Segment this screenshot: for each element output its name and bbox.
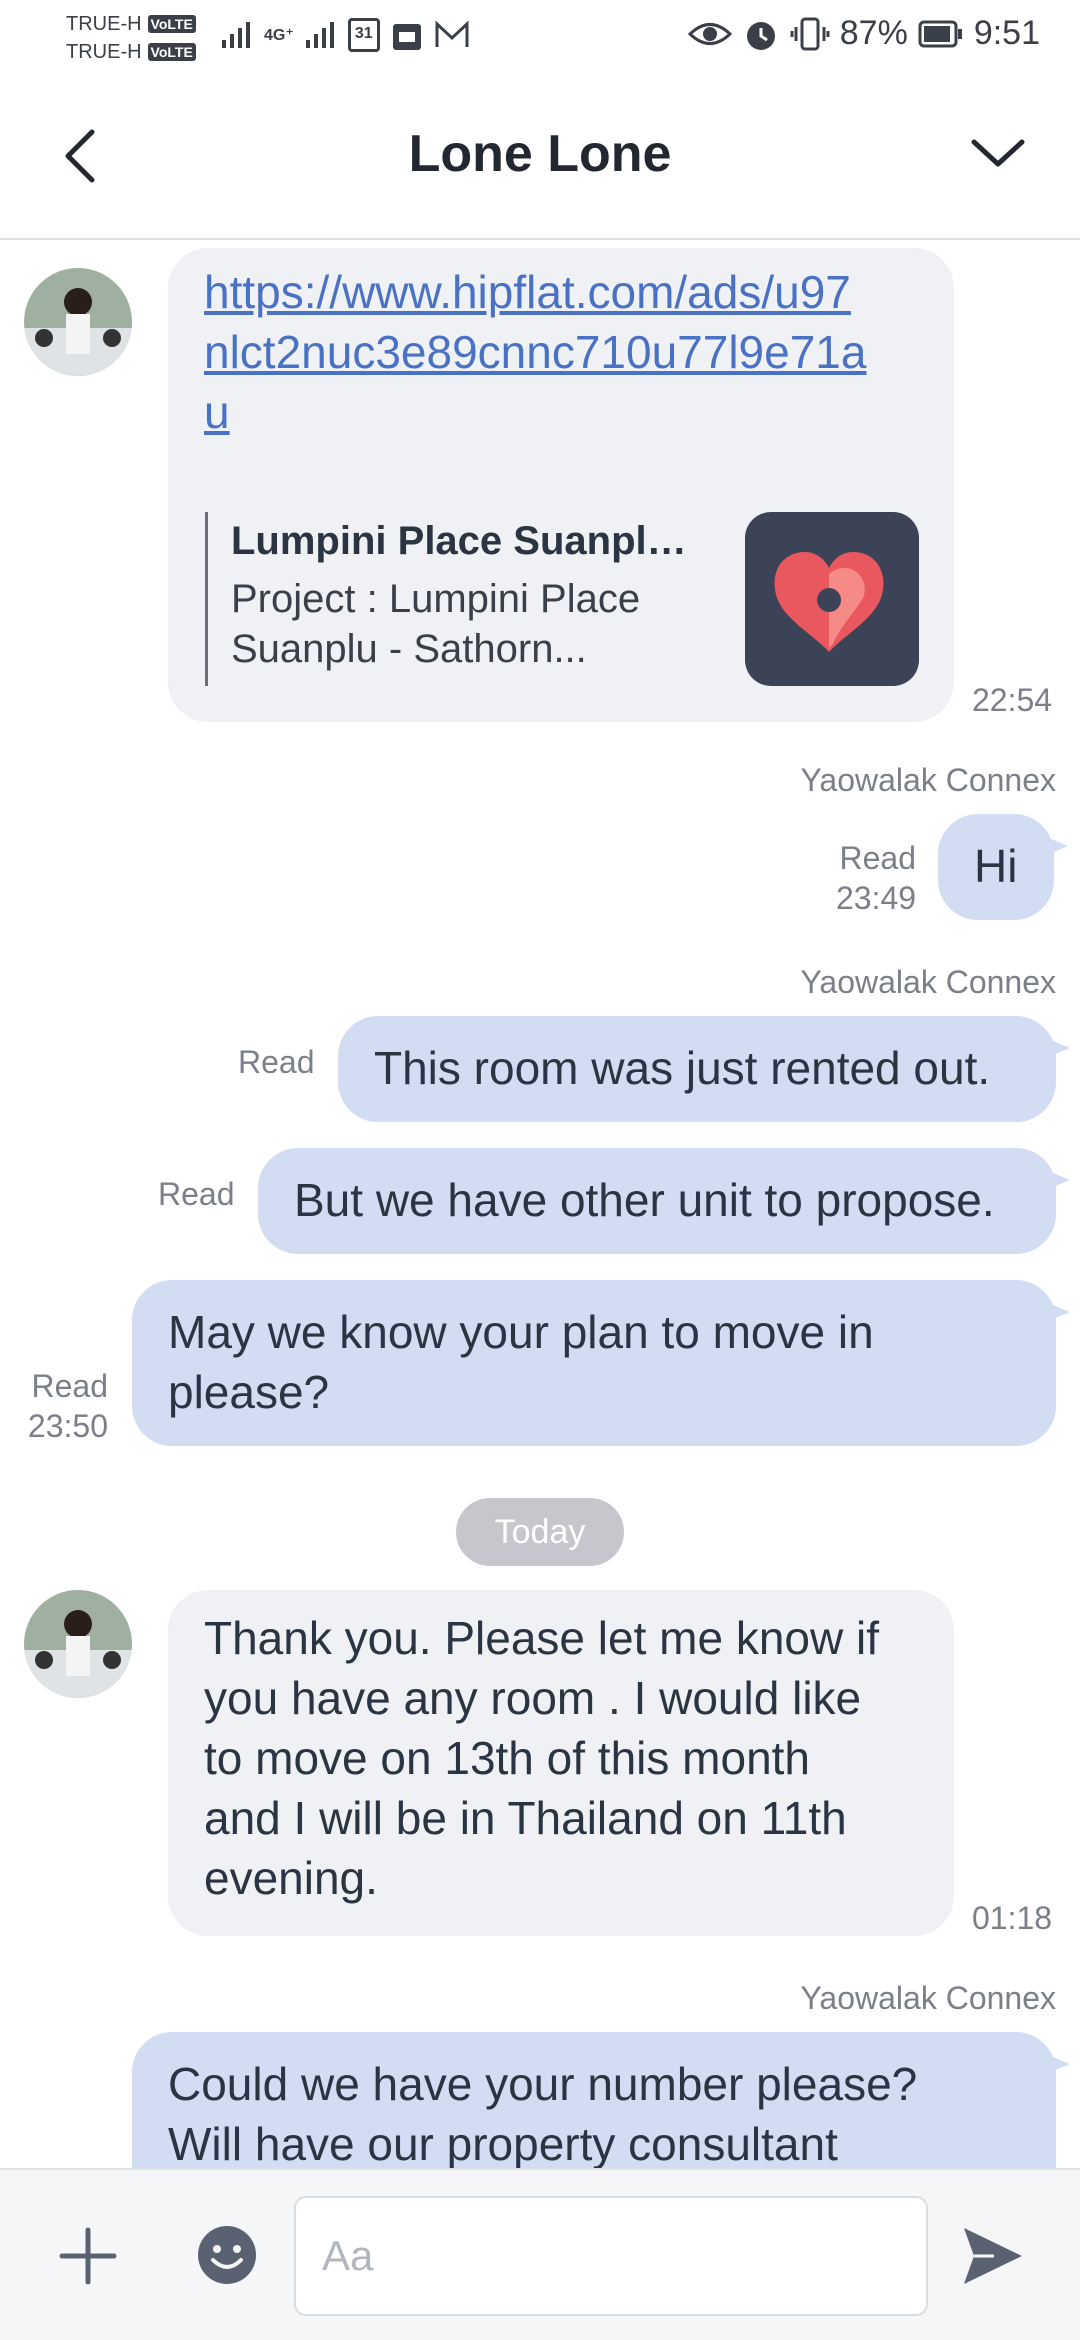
message-text: This room was just rented out. [374,1042,991,1094]
outgoing-message-bubble[interactable]: Hi [938,814,1068,920]
network-type: 4G⁺ [264,27,294,44]
chevron-down-icon [971,139,1025,167]
status-bar: TRUE-H VoLTE TRUE-H VoLTE 4G⁺ 31 87% 9:51 [0,0,1080,76]
message-text: to move on 13th of this month [204,1732,811,1784]
outgoing-message-bubble[interactable]: This room was just rented out. [338,1016,1070,1122]
preview-title: Lumpini Place Suanplu ... [231,519,691,563]
send-button[interactable] [960,2224,1026,2288]
plus-icon [59,2227,117,2285]
outgoing-message-bubble[interactable]: Could we have your number please? Will h… [132,2032,1070,2168]
message-time: 22:54 [972,682,1053,718]
incoming-message-bubble[interactable]: Thank you. Please let me know if you hav… [168,1590,954,1936]
preview-divider [205,512,208,686]
link-preview-card[interactable]: Lumpini Place Suanplu ... Project : Lump… [205,512,945,696]
add-attachment-button[interactable] [58,2226,118,2286]
menu-toggle-button[interactable] [968,128,1028,178]
volte-badge: VoLTE [147,15,196,33]
outgoing-message-bubble[interactable]: May we know your plan to move in please? [132,1280,1070,1446]
alarm-icon [746,21,775,50]
message-link[interactable]: https://www.hipflat.com/ads/u97 nlct2nuc… [204,262,924,442]
message-text: Will have our property consultant [168,2118,838,2168]
send-icon [964,2228,1022,2284]
mail-icon [435,20,469,47]
message-text: Could we have your number please? [168,2058,918,2110]
message-text: Thank you. Please let me know if [204,1612,879,1664]
date-divider: Today [456,1498,624,1566]
sender-name: Yaowalak Connex [800,964,1056,1000]
heart-pin-icon [774,552,884,652]
store-icon [392,24,421,50]
status-right-icons: 87% 9:51 [687,14,1040,53]
emoji-icon [198,2226,256,2284]
preview-desc-line: Project : Lumpini Place [231,577,641,621]
read-receipt: Read 23:50 [22,1366,108,1446]
preview-thumbnail [745,512,919,686]
battery-icon [918,20,962,47]
read-receipt: Read 23:49 [836,838,916,918]
signal-icon [222,22,250,48]
signal-icon [305,22,334,48]
preview-desc-line: Suanplu - Sathorn... [231,627,587,671]
calendar-icon: 31 [347,18,380,52]
carrier-1: TRUE-H [66,13,142,35]
read-status: Read [158,1176,235,1212]
contact-avatar[interactable] [24,268,132,376]
carrier-2: TRUE-H [66,41,142,63]
read-status: Read [839,840,917,876]
message-text: you have any room . I would like [204,1672,862,1724]
message-input[interactable]: Aa [294,2196,928,2316]
sender-name: Yaowalak Connex [800,1980,1056,2016]
carrier-info: TRUE-H VoLTE TRUE-H VoLTE [66,10,196,66]
chat-screen: TRUE-H VoLTE TRUE-H VoLTE 4G⁺ 31 87% 9:51 … [0,0,1080,2340]
read-status: Read [238,1044,315,1080]
message-time: 23:49 [836,880,917,916]
vibrate-icon [790,17,830,50]
clock-time: 9:51 [973,14,1040,52]
message-composer: Aa [0,2168,1080,2340]
contact-avatar[interactable] [24,1590,132,1698]
link-line: nlct2nuc3e89cnnc710u77l9e71a [204,326,867,378]
battery-percent: 87% [839,14,908,52]
message-text: evening. [204,1852,378,1904]
status-left-icons: 4G⁺ 31 [220,18,470,52]
message-time: 01:18 [972,1900,1053,1936]
eye-icon [687,22,732,45]
chat-header: Lone Lone [0,76,1080,240]
outgoing-message-bubble[interactable]: But we have other unit to propose. [258,1148,1070,1254]
message-text: Hi [974,840,1018,892]
read-status: Read [31,1368,109,1404]
message-time: 23:50 [27,1408,108,1444]
sender-name: Yaowalak Connex [800,762,1056,798]
message-list[interactable]: https://www.hipflat.com/ads/u97 nlct2nuc… [0,242,1080,2168]
volte-badge: VoLTE [147,43,196,61]
message-text: But we have other unit to propose. [294,1174,995,1226]
message-text: May we know your plan to move in [168,1306,874,1358]
link-line: https://www.hipflat.com/ads/u97 [204,266,851,318]
emoji-button[interactable] [196,2224,258,2286]
message-text: and I will be in Thailand on 11th [204,1792,847,1844]
link-line: u [204,386,230,438]
preview-description: Project : Lumpini Place Suanplu - Sathor… [231,574,691,674]
message-text: please? [168,1366,330,1418]
chat-title[interactable]: Lone Lone [0,124,1080,184]
